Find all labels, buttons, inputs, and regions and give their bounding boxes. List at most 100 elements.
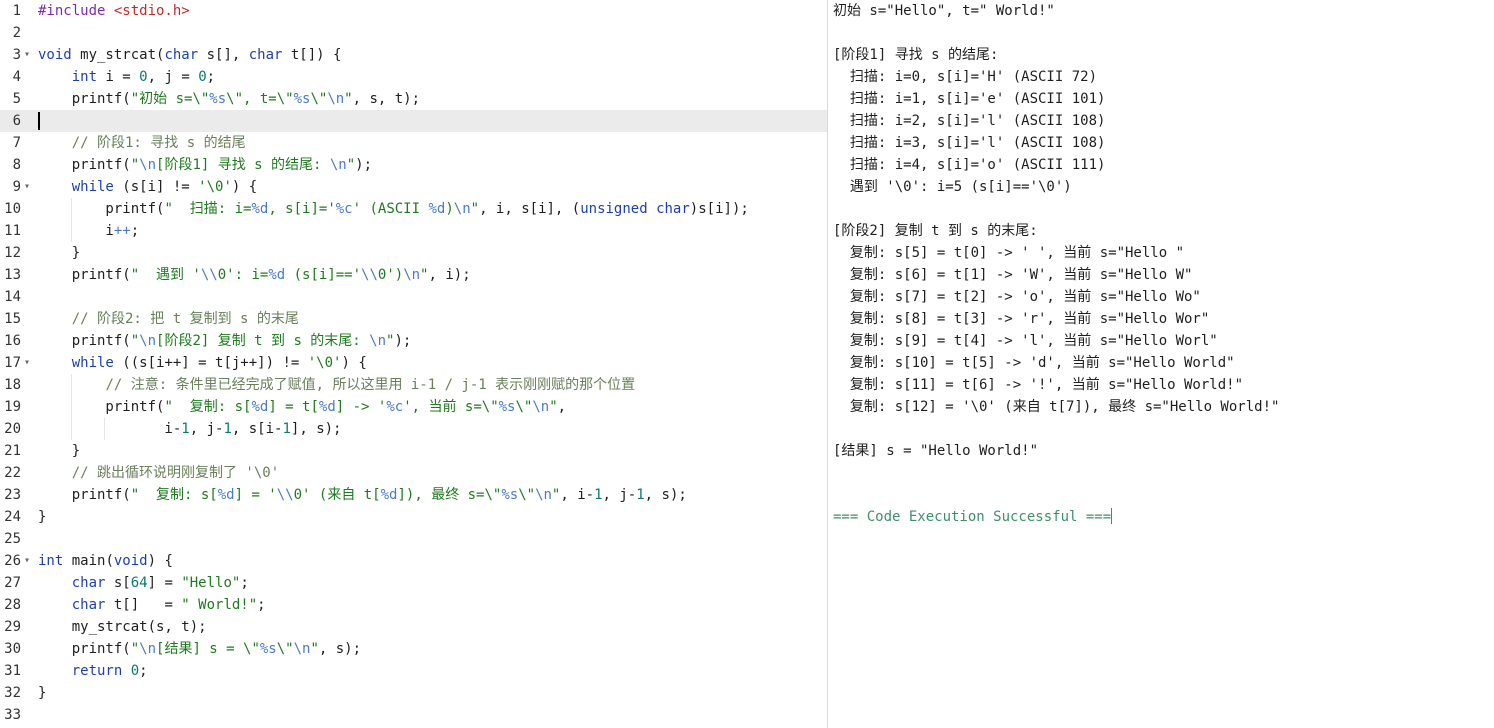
code-token: , s[i]=' xyxy=(268,201,336,217)
code-line[interactable]: 5 printf("初始 s=\"%s\", t=\"%s\"\n", s, t… xyxy=(0,88,827,110)
code-token: void xyxy=(113,553,148,569)
code-token: my_strcat(s, t); xyxy=(38,619,207,635)
code-line[interactable]: 21 } xyxy=(0,440,827,462)
code-token: " xyxy=(130,157,140,173)
code-line[interactable]: 11 i++; xyxy=(0,220,827,242)
code-line[interactable]: 25 xyxy=(0,528,827,550)
line-number: 6 xyxy=(12,113,21,129)
code-token: %c xyxy=(335,201,353,217)
code-line[interactable]: 24} xyxy=(0,506,827,528)
output-line: [阶段2] 复制 t 到 s 的末尾: xyxy=(833,223,1038,239)
code-token: [结果] s = \" xyxy=(156,641,260,657)
code-token: 0 xyxy=(130,663,140,679)
code-line[interactable]: 9 ▾ while (s[i] != '\0') { xyxy=(0,176,827,198)
code-line[interactable]: 12 } xyxy=(0,242,827,264)
fold-arrow-icon[interactable]: ▾ xyxy=(24,550,30,572)
code-text: printf("\n[结果] s = \"%s\"\n", s); xyxy=(38,638,361,660)
code-token: '\0' xyxy=(198,179,232,195)
code-token: } xyxy=(38,685,47,701)
code-line[interactable]: 19 printf(" 复制: s[%d] = t[%d] -> '%c', 当… xyxy=(0,396,827,418)
code-token: ], s); xyxy=(290,421,342,437)
code-text: int i = 0, j = 0; xyxy=(38,66,215,88)
code-token: , s[i- xyxy=(231,421,283,437)
code-token: , j- xyxy=(602,487,637,503)
line-number: 26 xyxy=(4,553,21,569)
code-line[interactable]: 22 // 跳出循环说明刚复制了 '\0' xyxy=(0,462,827,484)
code-text: printf("\n[阶段2] 复制 t 到 s 的末尾: \n"); xyxy=(38,330,412,352)
code-editor[interactable]: 1 #include <stdio.h> 2 3 ▾ void my_strcat(cha… xyxy=(0,0,827,728)
code-line[interactable]: 31 return 0; xyxy=(0,660,827,682)
output-line: 复制: s[6] = t[1] -> 'W', 当前 s="Hello W" xyxy=(833,267,1193,283)
line-number: 1 xyxy=(12,3,21,19)
line-number: 32 xyxy=(4,685,21,701)
code-line[interactable]: 28 char t[] = " World!"; xyxy=(0,594,827,616)
line-number: 31 xyxy=(4,663,21,679)
code-token: , xyxy=(557,399,567,415)
code-text: i-1, j-1, s[i-1], s); xyxy=(38,418,341,440)
code-line[interactable]: 14 xyxy=(0,286,827,308)
code-token: printf( xyxy=(38,91,131,107)
code-text: printf(" 遇到 '\\0': i=%d (s[i]=='\\0')\n"… xyxy=(38,264,471,286)
line-number: 30 xyxy=(4,641,21,657)
code-token: , s, t); xyxy=(352,91,421,107)
code-text: } xyxy=(38,440,80,462)
console-cursor xyxy=(1111,508,1113,524)
code-line[interactable]: 26 ▾ int main(void) { xyxy=(0,550,827,572)
code-line[interactable]: 15 // 阶段2: 把 t 复制到 s 的末尾 xyxy=(0,308,827,330)
code-token: main( xyxy=(63,553,114,569)
code-line[interactable]: 4 int i = 0, j = 0; xyxy=(0,66,827,88)
code-line[interactable]: 16 printf("\n[阶段2] 复制 t 到 s 的末尾: \n"); xyxy=(0,330,827,352)
fold-arrow-icon[interactable]: ▾ xyxy=(24,44,30,66)
code-token: , i, s[i], ( xyxy=(479,201,581,217)
code-line[interactable]: 23 printf(" 复制: s[%d] = '\\0' (来自 t[%d])… xyxy=(0,484,827,506)
code-token: ] -> ' xyxy=(335,399,387,415)
code-line[interactable]: 32} xyxy=(0,682,827,704)
output-line: 复制: s[10] = t[5] -> 'd', 当前 s="Hello Wor… xyxy=(833,355,1235,371)
code-token: \n xyxy=(139,333,157,349)
code-token: \n xyxy=(327,91,345,107)
code-line[interactable]: 18 // 注意: 条件里已经完成了赋值, 所以这里用 i-1 / j-1 表示… xyxy=(0,374,827,396)
code-token: // 跳出循环说明刚复制了 '\0' xyxy=(71,465,280,481)
line-number: 29 xyxy=(4,619,21,635)
code-token: 1 xyxy=(223,421,232,437)
code-line[interactable]: 27 char s[64] = "Hello"; xyxy=(0,572,827,594)
code-line[interactable]: 30 printf("\n[结果] s = \"%s\"\n", s); xyxy=(0,638,827,660)
line-number: 22 xyxy=(4,465,21,481)
code-token: } xyxy=(38,245,81,261)
code-text: printf("初始 s=\"%s\", t=\"%s\"\n", s, t); xyxy=(38,88,420,110)
code-line[interactable]: 3 ▾ void my_strcat(char s[], char t[]) { xyxy=(0,44,827,66)
code-line[interactable]: 20 i-1, j-1, s[i-1], s); xyxy=(0,418,827,440)
fold-arrow-icon[interactable]: ▾ xyxy=(24,176,30,198)
code-line[interactable]: 17 ▾ while ((s[i++] = t[j++]) != '\0') { xyxy=(0,352,827,374)
code-line[interactable]: 8 printf("\n[阶段1] 寻找 s 的结尾: \n"); xyxy=(0,154,827,176)
code-token: // 注意: 条件里已经完成了赋值, 所以这里用 i-1 / j-1 表示刚刚赋… xyxy=(105,377,636,393)
code-token: 0' (来自 t[ xyxy=(293,487,381,503)
code-line[interactable]: 10 printf(" 扫描: i=%d, s[i]='%c' (ASCII %… xyxy=(0,198,827,220)
code-token: printf( xyxy=(38,333,131,349)
code-line[interactable]: 7 // 阶段1: 寻找 s 的结尾 xyxy=(0,132,827,154)
code-token: 64 xyxy=(130,575,148,591)
code-token: ; xyxy=(130,223,140,239)
output-line: 初始 s="Hello", t=" World!" xyxy=(833,3,1055,19)
code-text: } xyxy=(38,682,46,704)
code-token: } xyxy=(38,443,81,459)
line-number: 17 xyxy=(4,355,21,371)
code-token: \n xyxy=(139,157,157,173)
code-line[interactable]: 33 xyxy=(0,704,827,726)
code-token: "初始 s=\" xyxy=(130,91,210,107)
code-token: i- xyxy=(38,421,182,437)
text-cursor xyxy=(38,112,40,130)
code-line[interactable]: 2 xyxy=(0,22,827,44)
code-token: " xyxy=(549,399,558,415)
code-line[interactable]: 13 printf(" 遇到 '\\0': i=%d (s[i]=='\\0')… xyxy=(0,264,827,286)
code-line[interactable]: 29 my_strcat(s, t); xyxy=(0,616,827,638)
line-number: 2 xyxy=(12,25,21,41)
code-line[interactable]: 1 #include <stdio.h> xyxy=(0,0,827,22)
fold-arrow-icon[interactable]: ▾ xyxy=(24,352,30,374)
code-token: %d xyxy=(251,399,269,415)
code-token: \n xyxy=(293,641,311,657)
code-line[interactable]: 6 xyxy=(0,110,827,132)
